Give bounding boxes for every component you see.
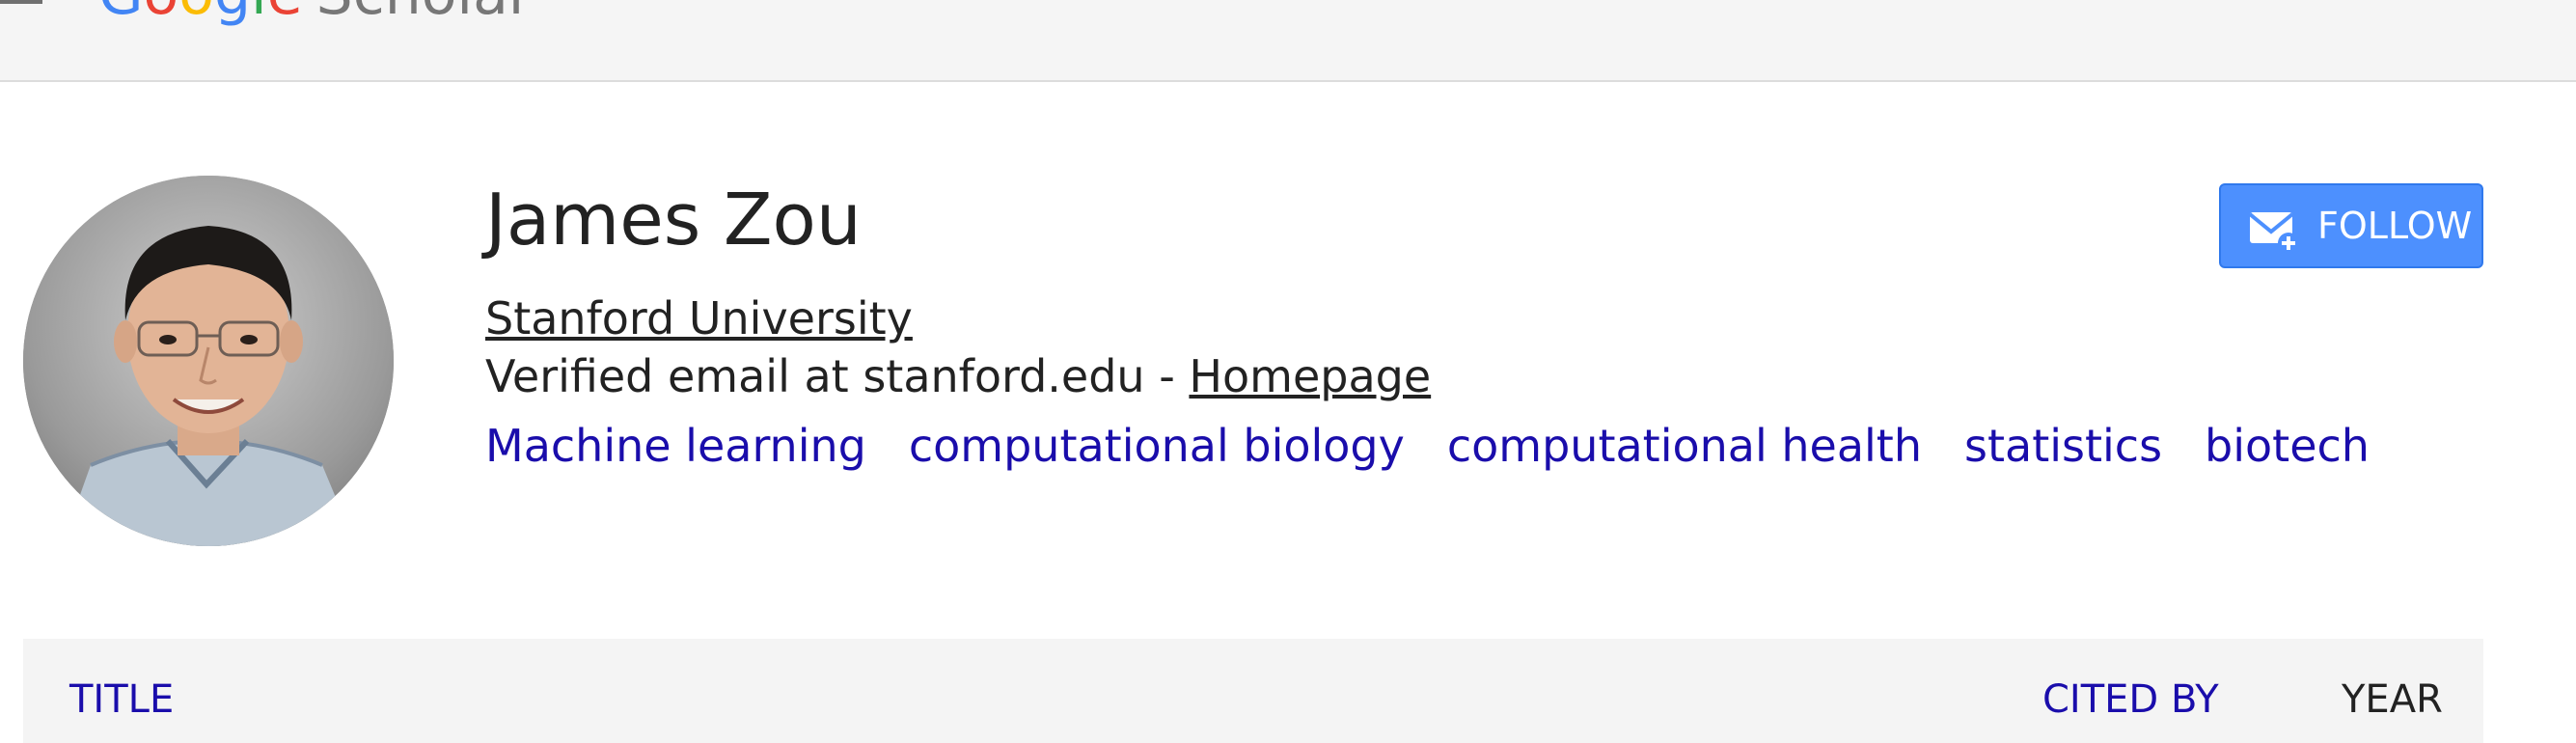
- cited-by-column-header[interactable]: CITED BY: [2042, 675, 2219, 724]
- year-column-header[interactable]: YEAR: [2342, 675, 2443, 724]
- profile-photo-image: [23, 176, 394, 546]
- logo-product-name: Scholar: [316, 0, 533, 28]
- profile-name: James Zou: [485, 179, 862, 261]
- interest-link-biotech[interactable]: biotech: [2205, 420, 2370, 472]
- interest-link-machine-learning[interactable]: Machine learning: [485, 420, 866, 472]
- logo-letter: o: [144, 0, 179, 28]
- logo-letter: l: [251, 0, 267, 28]
- verified-email-line: Verified email at stanford.edu - Homepag…: [485, 347, 1431, 405]
- title-column-header[interactable]: TITLE: [69, 675, 174, 724]
- profile-photo: [23, 176, 394, 546]
- google-scholar-logo[interactable]: GoogleScholar: [98, 0, 533, 23]
- hamburger-menu-icon[interactable]: [0, 0, 42, 8]
- verified-email-text: Verified email at stanford.edu -: [485, 350, 1190, 402]
- logo-letter: o: [178, 0, 214, 28]
- research-interests: Machine learning computational biology com…: [485, 417, 2412, 475]
- affiliation-link[interactable]: Stanford University: [485, 289, 913, 347]
- follow-button[interactable]: FOLLOW: [2219, 183, 2483, 268]
- logo-letter: G: [98, 0, 144, 28]
- follow-button-label: FOLLOW: [2317, 205, 2473, 247]
- interest-link-statistics[interactable]: statistics: [1964, 420, 2162, 472]
- top-bar: GoogleScholar: [0, 0, 2576, 82]
- interest-link-computational-health[interactable]: computational health: [1447, 420, 1922, 472]
- logo-letter: e: [267, 0, 303, 28]
- homepage-link[interactable]: Homepage: [1189, 350, 1431, 402]
- mail-plus-icon: [2248, 212, 2299, 254]
- interest-link-computational-biology[interactable]: computational biology: [909, 420, 1405, 472]
- logo-letter: g: [214, 0, 251, 28]
- publications-table-header: TITLE CITED BY YEAR: [23, 639, 2483, 743]
